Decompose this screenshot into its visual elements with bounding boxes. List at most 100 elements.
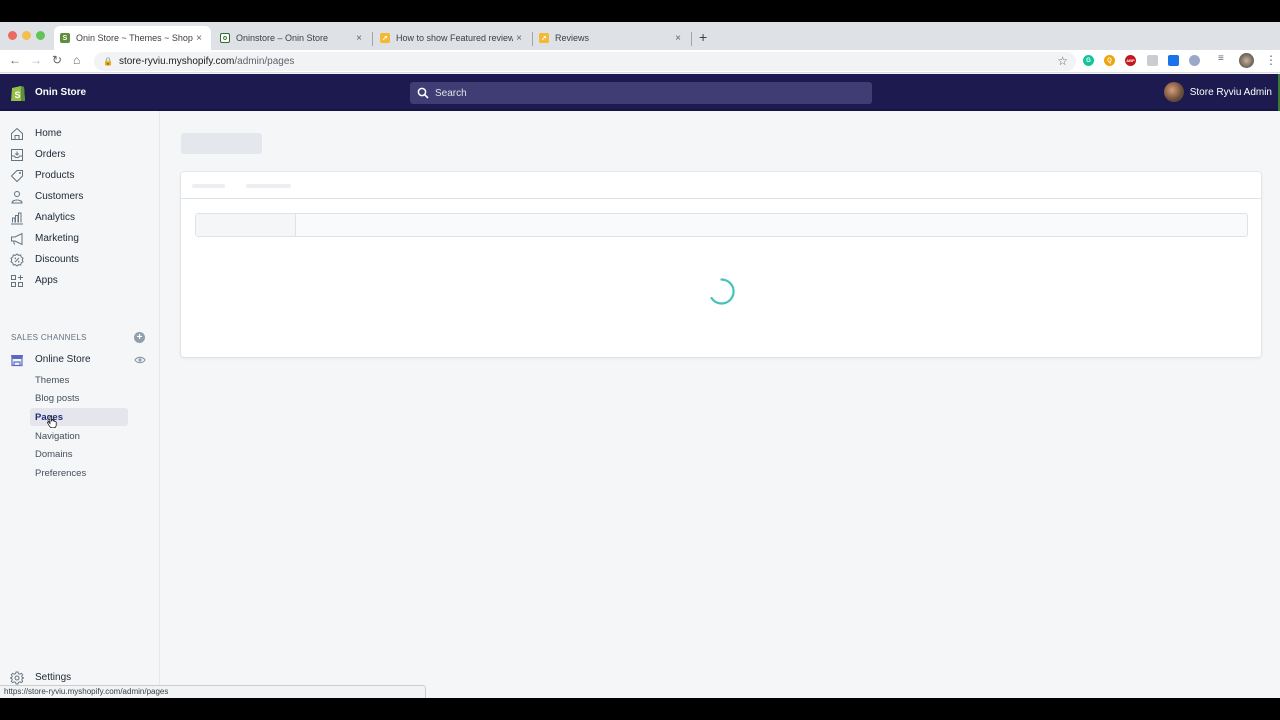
search-placeholder: Search: [435, 87, 467, 99]
browser-menu-icon[interactable]: ⋮: [1265, 53, 1277, 67]
address-bar[interactable]: 🔒 store-ryviu.myshopify.com/admin/pages …: [94, 52, 1076, 71]
loading-spinner: [710, 278, 735, 305]
sidebar-subitem-pages[interactable]: Pages: [30, 408, 128, 426]
browser-tab[interactable]: S Onin Store ~ Themes ~ Shopify ×: [54, 26, 211, 50]
sidebar-subitem-navigation[interactable]: Navigation: [30, 427, 128, 445]
online-store-icon: [11, 354, 23, 366]
browser-toolbar: ← → ↻ ⌂ 🔒 store-ryviu.myshopify.com/admi…: [0, 50, 1280, 73]
close-window-button[interactable]: [8, 31, 17, 40]
orders-icon: [11, 148, 23, 161]
close-tab-icon[interactable]: ×: [353, 33, 365, 44]
home-button[interactable]: ⌂: [73, 53, 80, 67]
customer-icon: [11, 190, 23, 203]
sidebar-subitem-blog-posts[interactable]: Blog posts: [30, 389, 128, 407]
tab-title: Onin Store ~ Themes ~ Shopify: [76, 33, 193, 43]
extension-icon[interactable]: [1147, 55, 1158, 66]
sidebar-subitem-label: Themes: [35, 374, 70, 386]
shopify-logo[interactable]: S: [10, 83, 26, 102]
store-icon: o: [220, 33, 230, 43]
analytics-icon: [11, 212, 23, 224]
tab-title: How to show Featured reviews: [396, 33, 513, 43]
sidebar-item-label: Online Store: [35, 354, 91, 365]
search-icon: [417, 87, 429, 99]
sidebar-item-label: Products: [35, 170, 75, 181]
sidebar-item-orders[interactable]: Orders: [0, 144, 160, 165]
bookmark-star-icon[interactable]: ☆: [1057, 54, 1068, 68]
tab-title: Reviews: [555, 33, 590, 43]
tab-divider: [372, 32, 373, 46]
maximize-window-button[interactable]: [36, 31, 45, 40]
tab-title: Oninstore – Onin Store: [236, 33, 329, 43]
sidebar-item-label: Discounts: [35, 254, 79, 265]
extension-blue-icon[interactable]: [1168, 55, 1179, 66]
forward-button[interactable]: →: [30, 53, 42, 67]
browser-window: S Onin Store ~ Themes ~ Shopify × o Onin…: [0, 22, 1280, 698]
sidebar-item-discounts[interactable]: Discounts: [0, 249, 160, 270]
minimize-window-button[interactable]: [22, 31, 31, 40]
sidebar-item-apps[interactable]: Apps: [0, 270, 160, 291]
ryviu-icon: ➚: [539, 33, 549, 43]
sidebar-item-home[interactable]: Home: [0, 123, 160, 144]
sidebar-item-label: Settings: [35, 672, 72, 683]
browser-tab[interactable]: ➚ How to show Featured reviews ×: [374, 26, 531, 50]
ryviu-icon: ➚: [380, 33, 390, 43]
search-extension-icon[interactable]: Q: [1104, 55, 1115, 66]
grammarly-icon[interactable]: G: [1083, 55, 1094, 66]
card-tabs-skeleton: [181, 172, 1261, 199]
back-button[interactable]: ←: [9, 53, 21, 67]
profile-avatar[interactable]: [1239, 53, 1254, 68]
reload-button[interactable]: ↻: [52, 53, 62, 67]
sidebar-subitem-themes[interactable]: Themes: [30, 371, 128, 389]
avatar: [1163, 82, 1184, 102]
search-input[interactable]: Search: [410, 82, 872, 104]
sidebar-subitem-label: Domains: [35, 448, 73, 460]
pages-list-card: [181, 172, 1261, 357]
extension-avatar-icon[interactable]: [1189, 55, 1200, 66]
sidebar-item-products[interactable]: Products: [0, 165, 160, 186]
sidebar-subitem-label: Blog posts: [35, 392, 80, 404]
close-tab-icon[interactable]: ×: [672, 33, 684, 44]
store-name[interactable]: Onin Store: [35, 87, 86, 98]
screen-bezel-top: [0, 0, 1280, 22]
admin-top-bar: S Onin Store Search Store Ryviu Admin: [0, 74, 1280, 111]
sidebar: Home Orders Products Customers Analytics…: [0, 111, 160, 698]
tab-skeleton: [192, 184, 225, 188]
add-sales-channel-button[interactable]: +: [134, 332, 145, 343]
url-host: store-ryviu.myshopify.com: [118, 56, 235, 67]
sidebar-subitem-preferences[interactable]: Preferences: [30, 464, 128, 482]
close-tab-icon[interactable]: ×: [513, 33, 525, 44]
adblock-icon[interactable]: ABP: [1125, 55, 1136, 66]
browser-tab[interactable]: o Oninstore – Onin Store ×: [214, 26, 371, 50]
sidebar-item-label: Marketing: [35, 233, 79, 244]
megaphone-icon: [11, 232, 23, 245]
sidebar-item-online-store[interactable]: Online Store: [0, 349, 160, 370]
filter-bar-skeleton: [195, 213, 1248, 237]
sidebar-subitem-domains[interactable]: Domains: [30, 445, 128, 463]
sidebar-item-marketing[interactable]: Marketing: [0, 228, 160, 249]
user-menu[interactable]: Store Ryviu Admin: [1163, 82, 1272, 102]
eye-icon[interactable]: [134, 354, 146, 366]
sidebar-item-analytics[interactable]: Analytics: [0, 207, 160, 228]
new-tab-button[interactable]: +: [699, 29, 707, 45]
filter-button-skeleton: [196, 214, 296, 236]
user-name: Store Ryviu Admin: [1189, 86, 1272, 98]
apps-icon: [11, 274, 23, 287]
close-tab-icon[interactable]: ×: [193, 33, 205, 44]
sales-channels-heading: SALES CHANNELS: [11, 333, 87, 342]
browser-tab[interactable]: ➚ Reviews ×: [533, 26, 690, 50]
url-path: /admin/pages: [234, 56, 295, 67]
sidebar-item-label: Apps: [35, 275, 58, 286]
svg-text:S: S: [15, 90, 21, 100]
sidebar-item-customers[interactable]: Customers: [0, 186, 160, 207]
sidebar-item-label: Analytics: [35, 212, 76, 223]
sidebar-item-label: Customers: [35, 191, 84, 202]
status-bar-url: https://store-ryviu.myshopify.com/admin/…: [0, 685, 426, 698]
sidebar-item-label: Orders: [35, 149, 66, 160]
page-title-skeleton: [181, 133, 262, 154]
sidebar-subitem-label: Preferences: [35, 467, 87, 479]
media-control-icon[interactable]: ≡: [1218, 53, 1224, 64]
sidebar-item-label: Home: [35, 128, 62, 139]
tab-divider: [691, 32, 692, 46]
shopify-icon: S: [60, 33, 70, 43]
tab-strip: S Onin Store ~ Themes ~ Shopify × o Onin…: [0, 22, 1280, 50]
